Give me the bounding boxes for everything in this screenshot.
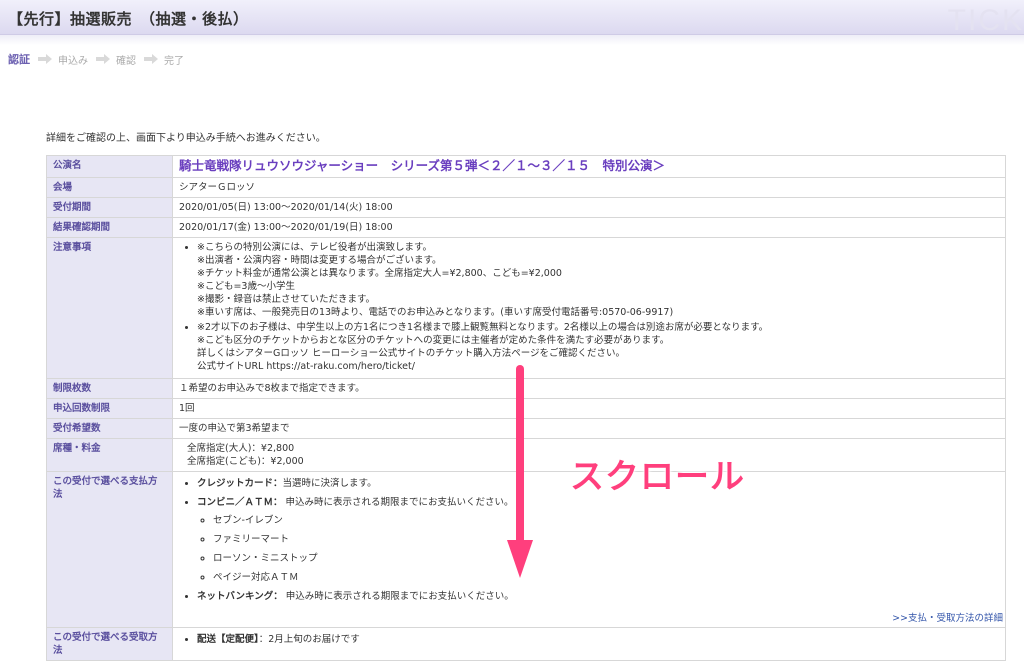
row-label: この受付で選べる受取方法: [46, 627, 173, 661]
note-line: ※出演者・公演内容・時間は変更する場合がございます。: [197, 255, 442, 266]
step-label: 確認: [116, 55, 136, 67]
payment-conv-label: コンビニ／ＡＴＭ：: [197, 497, 283, 508]
step-label: 完了: [164, 55, 184, 67]
table-row: 席種・料金 全席指定(大人)：¥2,800 全席指定(こども)：¥2,000: [46, 438, 1006, 472]
event-name-text: 騎士竜戦隊リュウソウジャーショー シリーズ第５弾＜２／１〜３／１５ 特別公演＞: [179, 158, 666, 173]
payment-credit-text: 当選時に決済します。: [282, 478, 377, 489]
event-info-table: 公演名 騎士竜戦隊リュウソウジャーショー シリーズ第５弾＜２／１〜３／１５ 特別…: [46, 155, 1006, 661]
limit-value: １希望のお申込みで8枚まで指定できます。: [172, 378, 1006, 399]
table-row: 受付希望数 一度の申込で第3希望まで: [46, 418, 1006, 439]
row-label: 席種・料金: [46, 438, 173, 472]
apply-count-value: 1回: [172, 398, 1006, 419]
table-row: 会場 シアターＧロッソ: [46, 177, 1006, 198]
note-line: ※車いす席は、一般発売日の13時より、電話でのお申込みとなります。(車いす席受付…: [197, 307, 674, 318]
payment-convenience: コンビニ／ＡＴＭ： 申込み時に表示される期限までにお支払いください。 セブン-イ…: [197, 496, 999, 584]
period-value: 2020/01/05(日) 13:00〜2020/01/14(火) 18:00: [172, 197, 1006, 218]
receive-methods: 配送【定配便】：2月上旬のお届けです: [172, 627, 1006, 661]
payment-netbanking: ネットバンキング： 申込み時に表示される期限までにお支払いください。: [197, 590, 999, 603]
progress-steps: 認証 申込み 確認 完了: [8, 51, 184, 67]
table-row: この受付で選べる支払方法 クレジットカード：当選時に決済します。 コンビニ／ＡＴ…: [46, 471, 1006, 628]
header-bar: 【先行】抽選販売 （抽選・後払） TICK: [0, 0, 1024, 37]
step-arrow-icon: [144, 54, 158, 64]
row-label: 受付希望数: [46, 418, 173, 439]
table-row: この受付で選べる受取方法 配送【定配便】：2月上旬のお届けです: [46, 627, 1006, 661]
note-line: ※チケット料金が通常公演とは異なります。全席指定大人=¥2,800、こども=¥2…: [197, 268, 562, 279]
page-title: 【先行】抽選販売 （抽選・後払）: [8, 10, 249, 28]
table-row: 注意事項 ※こちらの特別公演には、テレビ役者が出演致します。 ※出演者・公演内容…: [46, 237, 1006, 379]
store-item: ローソン・ミニストップ: [213, 552, 999, 565]
payment-credit-label: クレジットカード：: [197, 478, 283, 489]
step-arrow-icon: [38, 54, 52, 64]
row-label: 制限枚数: [46, 378, 173, 399]
notes-value: ※こちらの特別公演には、テレビ役者が出演致します。 ※出演者・公演内容・時間は変…: [172, 237, 1006, 379]
receive-text: ：2月上旬のお届けです: [258, 634, 360, 645]
event-name: 騎士竜戦隊リュウソウジャーショー シリーズ第５弾＜２／１〜３／１５ 特別公演＞: [172, 155, 1006, 178]
store-list: セブン-イレブン ファミリーマート ローソン・ミニストップ ペイジー対応ＡＴＭ: [197, 514, 999, 584]
row-label: 受付期間: [46, 197, 173, 218]
venue-value: シアターＧロッソ: [172, 177, 1006, 198]
row-label: 申込回数制限: [46, 398, 173, 419]
payment-detail-link[interactable]: >>支払・受取方法の詳細: [892, 612, 1003, 625]
note-line: ※撮影・録音は禁止させていただきます。: [197, 294, 376, 305]
table-row: 制限枚数 １希望のお申込みで8枚まで指定できます。: [46, 378, 1006, 399]
step-arrow-icon: [96, 54, 110, 64]
receive-label: 配送【定配便】: [197, 634, 259, 645]
notes-item: ※2才以下のお子様は、中学生以上の方1名につき1名様まで膝上観覧無料となります。…: [197, 321, 999, 373]
payment-conv-text: 申込み時に表示される期限までにお支払いください。: [282, 497, 514, 508]
table-row: 申込回数制限 1回: [46, 398, 1006, 419]
step-auth: 認証: [8, 51, 30, 67]
note-line: 詳しくはシアターGロッソ ヒーローショー公式サイトのチケット購入方法ページをご確…: [197, 348, 626, 359]
header-shadow: [0, 35, 1024, 45]
note-line: ※こちらの特別公演には、テレビ役者が出演致します。: [197, 242, 433, 253]
payment-net-text: 申込み時に表示される期限までにお支払いください。: [282, 591, 514, 602]
result-period-value: 2020/01/17(金) 13:00〜2020/01/19(日) 18:00: [172, 217, 1006, 238]
row-label: 公演名: [46, 155, 173, 178]
scroll-annotation: スクロール: [570, 457, 745, 497]
store-item: セブン-イレブン: [213, 514, 999, 527]
row-label: この受付で選べる支払方法: [46, 471, 173, 628]
table-row: 結果確認期間 2020/01/17(金) 13:00〜2020/01/19(日)…: [46, 217, 1006, 238]
receive-list: 配送【定配便】：2月上旬のお届けです: [179, 633, 999, 646]
store-item: ファミリーマート: [213, 533, 999, 546]
note-line: 公式サイトURL https://at-raku.com/hero/ticket…: [197, 361, 415, 372]
receive-item: 配送【定配便】：2月上旬のお届けです: [197, 633, 999, 646]
notes-item: ※こちらの特別公演には、テレビ役者が出演致します。 ※出演者・公演内容・時間は変…: [197, 241, 999, 319]
intro-text: 詳細をご確認の上、画面下より申込み手続へお進みください。: [46, 133, 326, 144]
step-label: 認証: [8, 53, 30, 66]
note-line: ※こども=3歳〜小学生: [197, 281, 295, 292]
payment-net-label: ネットバンキング：: [197, 591, 283, 602]
step-apply: 申込み: [58, 52, 88, 67]
wish-value: 一度の申込で第3希望まで: [172, 418, 1006, 439]
row-label: 結果確認期間: [46, 217, 173, 238]
step-label: 申込み: [58, 55, 88, 67]
brand-logo: TICK: [947, 4, 1024, 37]
table-row: 受付期間 2020/01/05(日) 13:00〜2020/01/14(火) 1…: [46, 197, 1006, 218]
note-line: ※2才以下のお子様は、中学生以上の方1名につき1名様まで膝上観覧無料となります。…: [197, 322, 769, 333]
notes-list: ※こちらの特別公演には、テレビ役者が出演致します。 ※出演者・公演内容・時間は変…: [179, 241, 999, 373]
step-complete: 完了: [164, 52, 184, 67]
note-line: ※こども区分のチケットからおとな区分のチケットへの変更には主催者が定めた条件を満…: [197, 335, 670, 346]
store-item: ペイジー対応ＡＴＭ: [213, 571, 999, 584]
step-confirm: 確認: [116, 52, 136, 67]
table-row: 公演名 騎士竜戦隊リュウソウジャーショー シリーズ第５弾＜２／１〜３／１５ 特別…: [46, 155, 1006, 178]
row-label: 注意事項: [46, 237, 173, 379]
row-label: 会場: [46, 177, 173, 198]
